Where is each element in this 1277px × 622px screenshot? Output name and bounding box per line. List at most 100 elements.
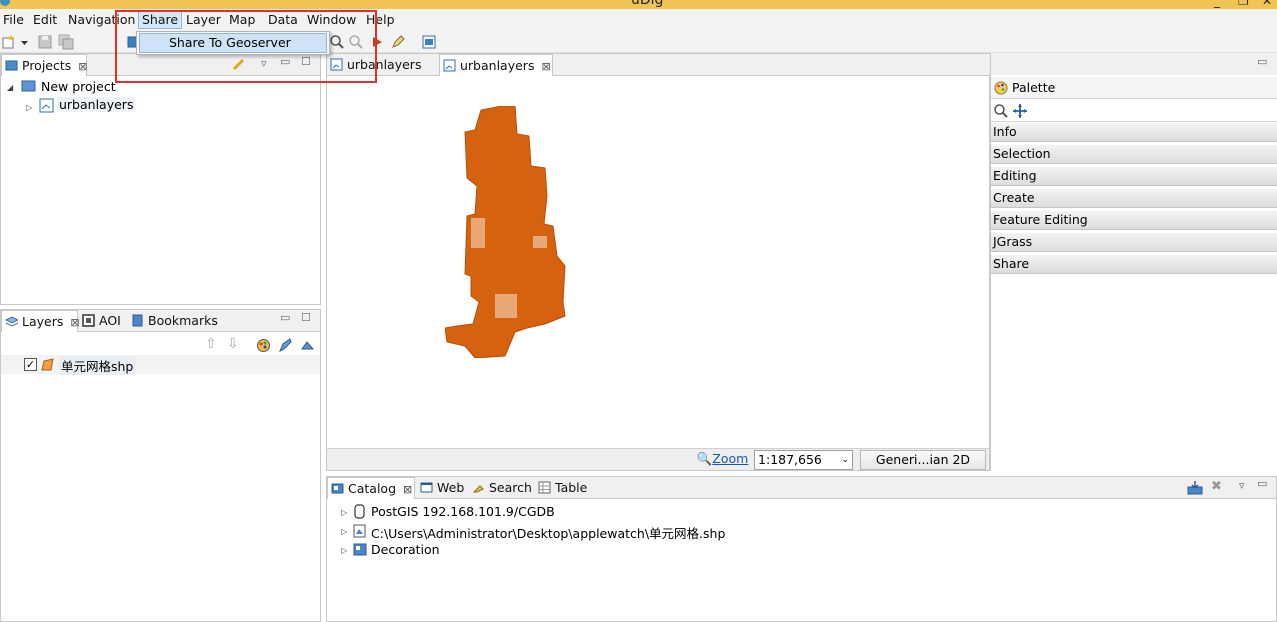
palette-title: Palette [1012, 80, 1056, 95]
layer-row[interactable]: ✓ 单元网格shp [1, 355, 320, 375]
view-menu-icon[interactable]: ▿ [1239, 479, 1245, 492]
move-up-icon[interactable]: ⇧ [205, 336, 217, 352]
move-down-icon[interactable]: ⇩ [227, 336, 239, 352]
save-icon[interactable] [37, 34, 53, 50]
urban-grid-polygon[interactable] [445, 106, 566, 358]
tab-layers[interactable]: Layers ⊠ [1, 310, 80, 332]
light-parcel [495, 294, 517, 318]
minimize-icon[interactable]: ▭ [280, 311, 290, 324]
catalog-item-postgis[interactable]: PostGIS 192.168.101.9/CGDB [371, 504, 555, 519]
zoom-tool-icon[interactable] [993, 103, 1009, 119]
palette-strip: ▭ [991, 53, 1277, 75]
save-all-icon[interactable] [58, 34, 74, 50]
close-icon[interactable]: ✕ [1262, 0, 1272, 8]
project-icon [21, 80, 36, 92]
tab-bookmarks[interactable]: Bookmarks [128, 310, 218, 332]
tree-item-urbanlayers[interactable]: urbanlayers [57, 97, 136, 112]
palette-section-jgrass[interactable]: JGrass [991, 233, 1277, 252]
scale-value: 1:187,656 [758, 452, 822, 467]
scale-select[interactable]: 1:187,656 ⌄ [754, 450, 853, 470]
restore-icon[interactable]: ❐ [1238, 0, 1249, 8]
catalog-icon [331, 483, 344, 494]
import-icon[interactable] [1187, 480, 1203, 496]
minimize-icon[interactable]: _ [1214, 0, 1220, 8]
collapse-icon[interactable]: ▷ [341, 527, 347, 536]
palette-section-feature-editing[interactable]: Feature Editing [991, 211, 1277, 230]
tab-projects[interactable]: Projects ⊠ [1, 54, 88, 76]
tab-web[interactable]: Web [417, 477, 467, 499]
palette-panel: ▭ Palette Info Selection Editing Create … [990, 53, 1277, 471]
projects-icon [5, 60, 18, 71]
catalog-item-decoration[interactable]: Decoration [371, 542, 440, 557]
catalog-item-shapefile[interactable]: C:\Users\Administrator\Desktop\applewatc… [371, 523, 725, 542]
palette-section-selection[interactable]: Selection [991, 145, 1277, 164]
minimize-icon[interactable]: ▭ [1257, 55, 1267, 68]
chevron-down-icon[interactable] [20, 34, 29, 50]
palette-section-info[interactable]: Info [991, 123, 1277, 142]
close-icon[interactable]: ⊠ [78, 60, 87, 73]
shapefile-icon [353, 524, 366, 538]
palette-section-share[interactable]: Share [991, 255, 1277, 274]
maximize-icon[interactable]: ☐ [301, 311, 311, 324]
zoom-label: Zoom [712, 451, 749, 466]
tab-search-label: Search [489, 480, 532, 495]
crs-button[interactable]: Generi...ian 2D [860, 450, 986, 470]
palette-icon [994, 81, 1008, 95]
close-icon[interactable]: ⊠ [403, 483, 412, 496]
tab-catalog-label: Catalog [348, 481, 397, 496]
remove-icon[interactable]: ✖ [1211, 479, 1222, 494]
style-icon[interactable] [256, 338, 271, 353]
close-icon[interactable]: ⊠ [541, 60, 550, 73]
window-title: uDig [631, 0, 664, 8]
menu-edit[interactable]: Edit [33, 12, 57, 27]
collapse-icon[interactable]: ▷ [341, 508, 347, 517]
tab-table-label: Table [555, 480, 588, 495]
edit-layer-icon[interactable] [278, 338, 293, 353]
zoom-link[interactable]: 🔍Zoom [695, 450, 750, 470]
collapse-icon[interactable]: ▷ [341, 546, 347, 555]
new-icon[interactable] [1, 34, 17, 50]
projects-panel: Projects ⊠ ▿ ▭ ☐ ◢ New project ▷ urbanlay… [0, 53, 321, 305]
light-parcel [533, 236, 547, 248]
chevron-down-icon: ⌄ [841, 455, 849, 465]
palette-section-create[interactable]: Create [991, 189, 1277, 208]
bookmarks-icon [132, 314, 143, 327]
tab-map-label: urbanlayers [460, 58, 535, 73]
expand-icon[interactable]: ◢ [7, 83, 13, 92]
map-icon [443, 59, 456, 72]
tab-search[interactable]: Search [469, 477, 533, 499]
collapse-icon[interactable]: ▷ [26, 103, 32, 112]
layers-icon [5, 316, 18, 327]
map-status-bar: 🔍Zoom 1:187,656 ⌄ Generi...ian 2D [327, 448, 989, 470]
catalog-tabstrip: Catalog ⊠ Web Search Table ✖ ▿ ▭ [327, 477, 1276, 499]
menu-file[interactable]: File [3, 12, 24, 27]
picture-icon[interactable] [421, 34, 437, 50]
light-parcel [471, 218, 485, 248]
layers-tabstrip: Layers ⊠ AOI Bookmarks ▭ ☐ [1, 310, 320, 332]
tab-bookmarks-label: Bookmarks [148, 313, 218, 328]
tree-item-new-project[interactable]: New project [41, 79, 116, 94]
highlight-box [115, 10, 377, 83]
layer-label: 单元网格shp [59, 356, 136, 375]
palette-section-editing[interactable]: Editing [991, 167, 1277, 186]
palette-header: Palette [991, 77, 1277, 99]
pan-tool-icon[interactable] [1012, 103, 1028, 119]
map-canvas[interactable] [445, 106, 575, 358]
minimize-icon[interactable]: ▭ [1257, 477, 1267, 490]
tab-table[interactable]: Table [535, 477, 591, 499]
palette-tools-row [991, 100, 1277, 122]
tab-aoi[interactable]: AOI [79, 310, 127, 332]
edit-icon[interactable] [390, 34, 406, 50]
web-icon [420, 482, 433, 493]
add-layer-icon[interactable] [300, 338, 315, 353]
table-icon [538, 481, 551, 494]
catalog-panel: Catalog ⊠ Web Search Table ✖ ▿ ▭ ▷ PostGI… [326, 476, 1277, 622]
tab-map-urbanlayers-2[interactable]: urbanlayers ⊠ [439, 54, 553, 76]
database-icon [354, 504, 365, 519]
magnifier-icon: 🔍 [696, 451, 713, 466]
search-icon [472, 485, 484, 493]
tab-catalog[interactable]: Catalog ⊠ [327, 477, 415, 499]
layer-visibility-checkbox[interactable]: ✓ [24, 358, 37, 371]
tab-aoi-label: AOI [99, 313, 121, 328]
tab-web-label: Web [437, 480, 465, 495]
